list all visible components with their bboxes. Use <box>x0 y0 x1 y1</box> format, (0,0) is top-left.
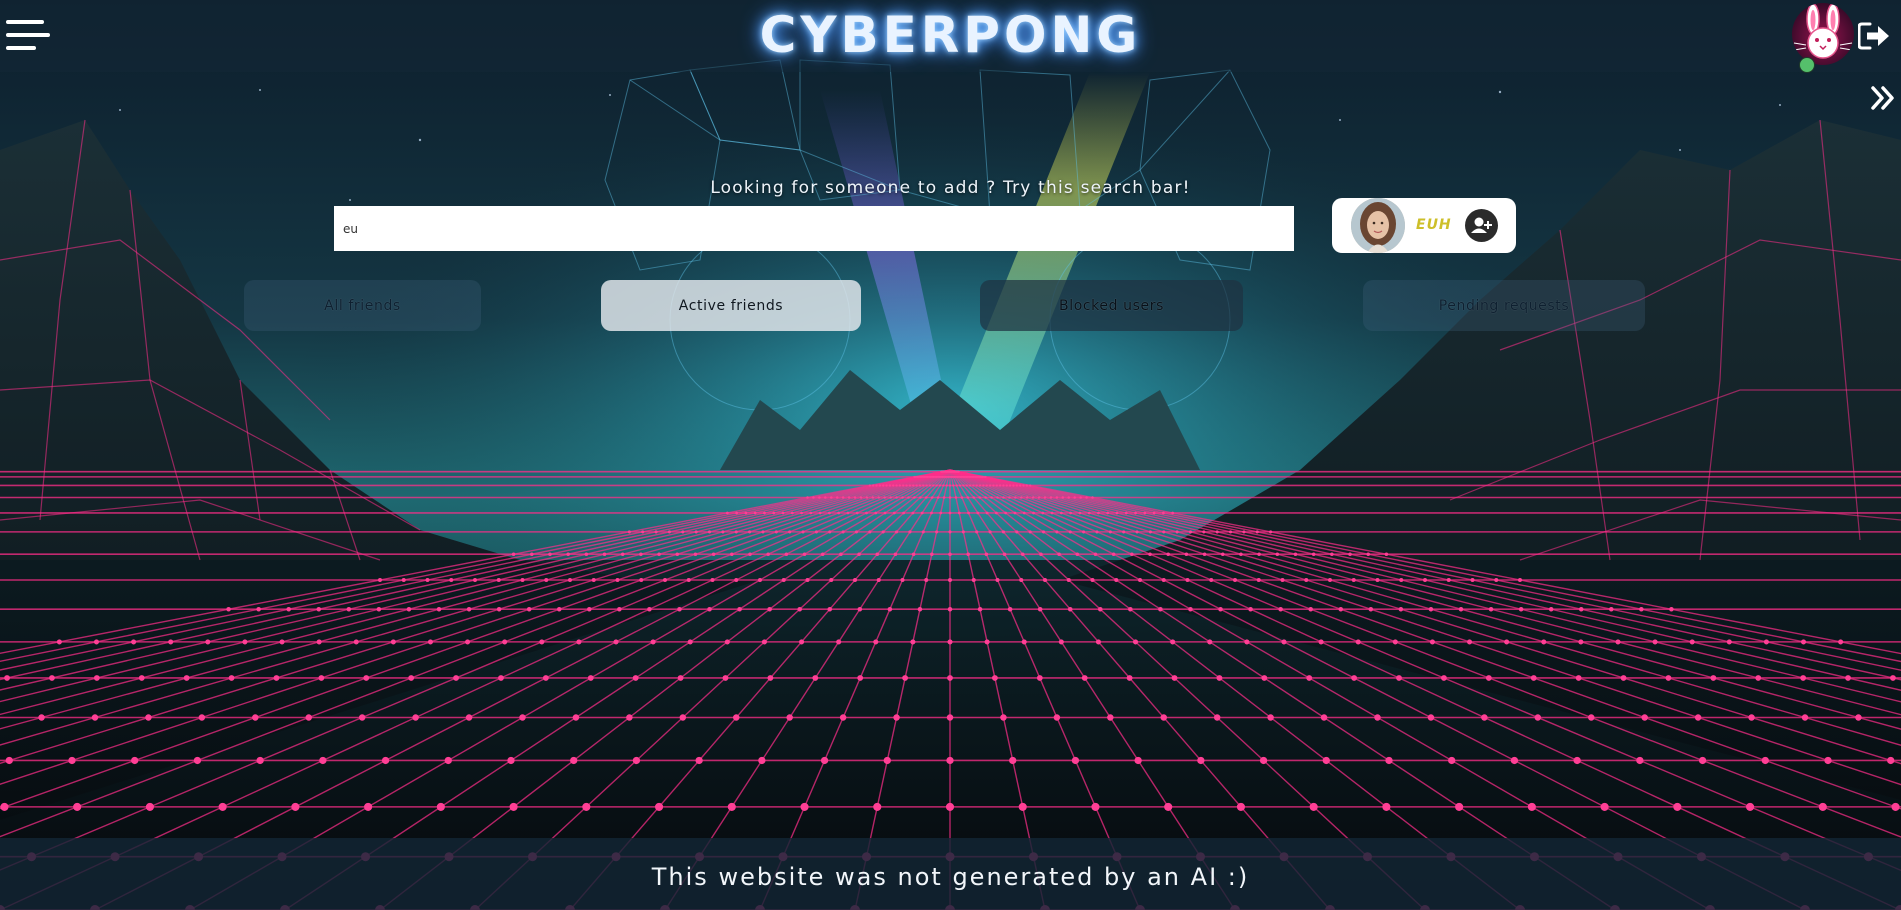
user-search-input[interactable] <box>334 206 1294 251</box>
user-avatar <box>1351 198 1405 253</box>
page-footer: This website was not generated by an AI … <box>0 838 1901 910</box>
bunny-avatar-icon[interactable] <box>1792 3 1854 65</box>
logout-icon[interactable] <box>1857 22 1890 50</box>
top-navbar: CYBERPONG <box>0 0 1901 73</box>
background-art <box>0 0 1901 910</box>
footer-text: This website was not generated by an AI … <box>651 863 1250 891</box>
online-status-indicator <box>1799 57 1815 73</box>
tab-active-friends[interactable]: Active friends <box>601 280 861 331</box>
search-hint-text: Looking for someone to add ? Try this se… <box>710 178 1191 198</box>
tab-blocked-users[interactable]: Blocked users <box>980 280 1243 331</box>
tab-all-friends[interactable]: All friends <box>244 280 481 331</box>
search-result-username: EUH <box>1416 217 1452 233</box>
tab-pending-requests[interactable]: Pending requests <box>1363 280 1645 331</box>
add-user-icon[interactable] <box>1465 209 1498 242</box>
site-logo[interactable]: CYBERPONG <box>0 6 1901 64</box>
double-chevron-right-icon[interactable] <box>1870 84 1896 112</box>
synthwave-background <box>0 0 1901 910</box>
search-result-card[interactable]: EUH <box>1332 198 1516 253</box>
